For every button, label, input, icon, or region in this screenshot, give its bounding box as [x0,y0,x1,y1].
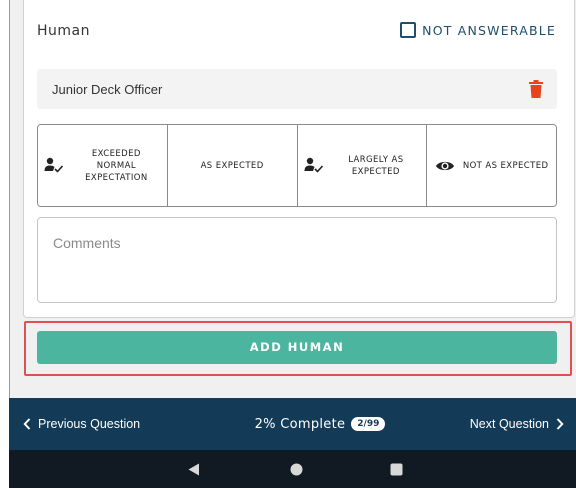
question-nav-bar: Previous Question 2% Complete 2/99 Next … [9,398,576,450]
rating-option-not-as-expected[interactable]: NOT AS EXPECTED [427,125,556,206]
rating-option-as-expected[interactable]: AS EXPECTED [167,125,298,206]
home-icon[interactable] [290,463,303,476]
previous-question-button[interactable]: Previous Question [23,417,140,431]
chevron-right-icon [556,418,564,430]
person-check-icon [44,157,64,173]
recents-icon[interactable] [390,463,403,476]
rating-label: LARGELY AS EXPECTED [348,154,404,177]
progress-text: 2% Complete [254,416,346,432]
rating-label: NOT AS EXPECTED [462,160,549,171]
previous-question-label: Previous Question [38,417,141,431]
eye-icon [435,161,454,170]
back-icon[interactable] [188,463,200,476]
person-check-icon [304,157,323,173]
rating-label: AS EXPECTED [200,160,264,171]
trash-icon[interactable] [529,80,543,98]
rating-option-largely[interactable]: LARGELY AS EXPECTED [297,125,428,206]
progress-indicator: 2% Complete 2/99 [255,417,386,432]
human-entry-label: Junior Deck Officer [52,81,163,97]
human-entry-row: Junior Deck Officer [37,69,557,109]
system-nav-bar [9,450,576,488]
comments-field[interactable] [37,217,557,303]
rating-label: EXCEEDED NORMAL EXPECTATION [85,148,148,183]
rating-options: EXCEEDED NORMAL EXPECTATION AS EXPECTED … [37,124,557,207]
progress-badge: 2/99 [351,417,386,431]
add-human-button[interactable]: ADD HUMAN [37,331,557,364]
chevron-left-icon [23,418,31,430]
checkbox-icon[interactable] [400,22,417,38]
next-question-button[interactable]: Next Question [470,417,564,431]
next-question-label: Next Question [469,417,549,431]
not-answerable-checkbox[interactable]: NOT ANSWERABLE [400,22,556,38]
question-title: Human [37,23,90,39]
not-answerable-label: NOT ANSWERABLE [422,22,556,38]
rating-option-exceeded[interactable]: EXCEEDED NORMAL EXPECTATION [38,125,168,206]
